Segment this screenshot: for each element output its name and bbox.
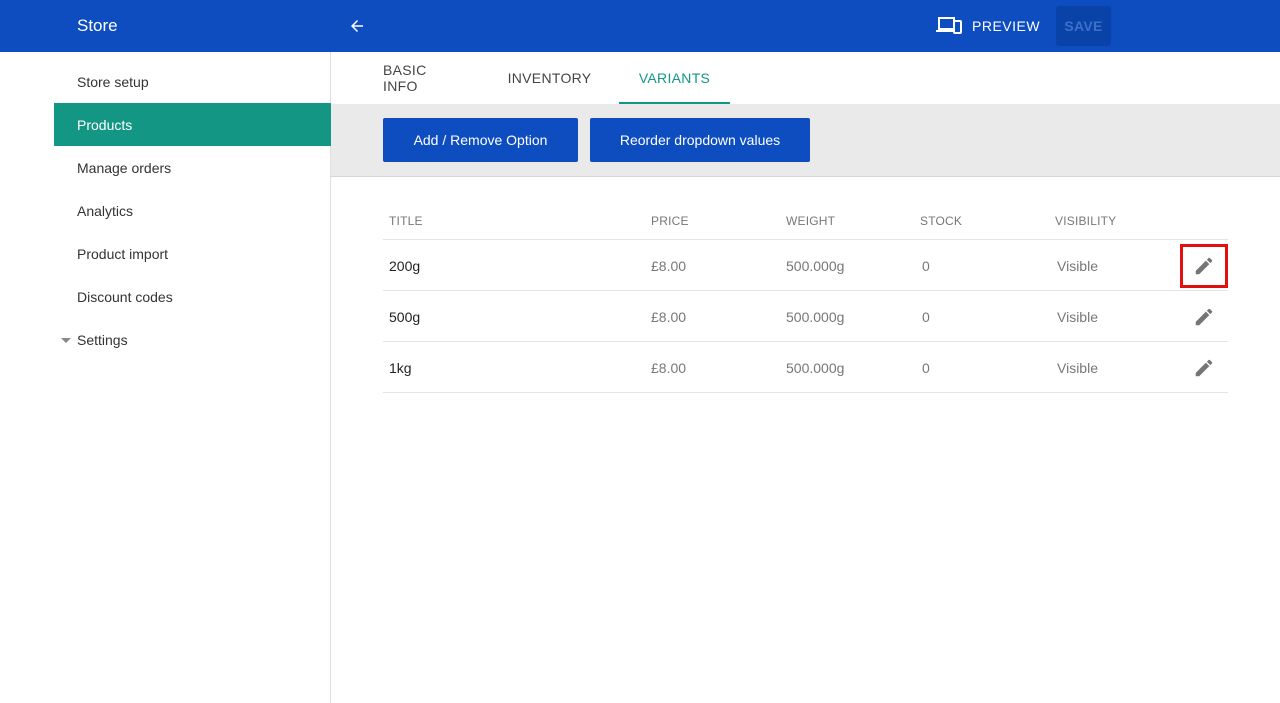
column-header-stock: STOCK bbox=[920, 214, 963, 228]
table-row: 500g £8.00 500.000g 0 Visible bbox=[383, 291, 1228, 342]
variant-price: £8.00 bbox=[651, 258, 687, 274]
save-button[interactable]: SAVE bbox=[1056, 6, 1111, 46]
app-title: Store bbox=[77, 16, 118, 35]
sidebar-item-label: Settings bbox=[77, 331, 128, 348]
table-row: 200g £8.00 500.000g 0 Visible bbox=[383, 240, 1228, 291]
column-header-weight: WEIGHT bbox=[786, 214, 836, 228]
pencil-icon bbox=[1195, 257, 1213, 275]
back-button[interactable] bbox=[343, 12, 371, 40]
sidebar-item-store-setup[interactable]: Store setup bbox=[54, 60, 331, 103]
tab-variants[interactable]: VARIANTS bbox=[619, 52, 730, 104]
sidebar-item-discount-codes[interactable]: Discount codes bbox=[54, 275, 331, 318]
column-header-price: PRICE bbox=[651, 214, 689, 228]
variant-price: £8.00 bbox=[651, 360, 687, 376]
variant-stock: 0 bbox=[922, 360, 930, 376]
variant-visibility: Visible bbox=[1057, 309, 1098, 325]
sidebar-item-label: Products bbox=[77, 116, 133, 133]
preview-button[interactable]: PREVIEW bbox=[926, 8, 1050, 44]
tab-basic-info[interactable]: BASIC INFO bbox=[383, 52, 458, 104]
table-header: TITLE PRICE WEIGHT STOCK VISIBILITY bbox=[383, 200, 1228, 240]
sidebar-item-analytics[interactable]: Analytics bbox=[54, 189, 331, 232]
pencil-icon bbox=[1195, 359, 1213, 377]
devices-icon bbox=[936, 17, 962, 34]
sidebar-item-products[interactable]: Products bbox=[54, 103, 331, 146]
variants-toolbar: Add / Remove Option Reorder dropdown val… bbox=[331, 104, 1280, 177]
variant-stock: 0 bbox=[922, 309, 930, 325]
variant-weight: 500.000g bbox=[786, 309, 845, 325]
preview-label: PREVIEW bbox=[972, 18, 1041, 34]
top-app-bar: Store PREVIEW SAVE bbox=[0, 0, 1280, 52]
variants-table: TITLE PRICE WEIGHT STOCK VISIBILITY 200g… bbox=[383, 200, 1228, 393]
variant-weight: 500.000g bbox=[786, 360, 845, 376]
edit-variant-button[interactable] bbox=[1180, 346, 1228, 390]
column-header-visibility: VISIBILITY bbox=[1055, 214, 1117, 228]
variant-price: £8.00 bbox=[651, 309, 687, 325]
sidebar-item-product-import[interactable]: Product import bbox=[54, 232, 331, 275]
tab-inventory[interactable]: INVENTORY bbox=[508, 52, 592, 104]
product-tabs: BASIC INFO INVENTORY VARIANTS bbox=[331, 52, 1280, 104]
variant-title: 500g bbox=[389, 309, 421, 325]
sidebar-item-settings[interactable]: Settings bbox=[54, 318, 331, 361]
reorder-dropdown-values-button[interactable]: Reorder dropdown values bbox=[590, 118, 810, 162]
pencil-icon bbox=[1195, 308, 1213, 326]
edit-variant-button[interactable] bbox=[1180, 244, 1228, 288]
variant-visibility: Visible bbox=[1057, 258, 1098, 274]
variant-stock: 0 bbox=[922, 258, 930, 274]
arrow-left-icon bbox=[351, 20, 363, 32]
edit-variant-button[interactable] bbox=[1180, 295, 1228, 339]
variant-title: 1kg bbox=[389, 360, 412, 376]
variant-visibility: Visible bbox=[1057, 360, 1098, 376]
sidebar-item-label: Manage orders bbox=[77, 159, 172, 176]
sidebar: Store setup Products Manage orders Analy… bbox=[0, 52, 331, 703]
table-row: 1kg £8.00 500.000g 0 Visible bbox=[383, 342, 1228, 393]
variant-weight: 500.000g bbox=[786, 258, 845, 274]
sidebar-item-manage-orders[interactable]: Manage orders bbox=[54, 146, 331, 189]
column-header-title: TITLE bbox=[389, 214, 423, 228]
sidebar-item-label: Product import bbox=[77, 245, 169, 262]
sidebar-item-label: Discount codes bbox=[77, 288, 173, 305]
add-remove-option-button[interactable]: Add / Remove Option bbox=[383, 118, 578, 162]
variant-title: 200g bbox=[389, 258, 421, 274]
sidebar-item-label: Store setup bbox=[77, 73, 149, 90]
sidebar-item-label: Analytics bbox=[77, 202, 134, 219]
